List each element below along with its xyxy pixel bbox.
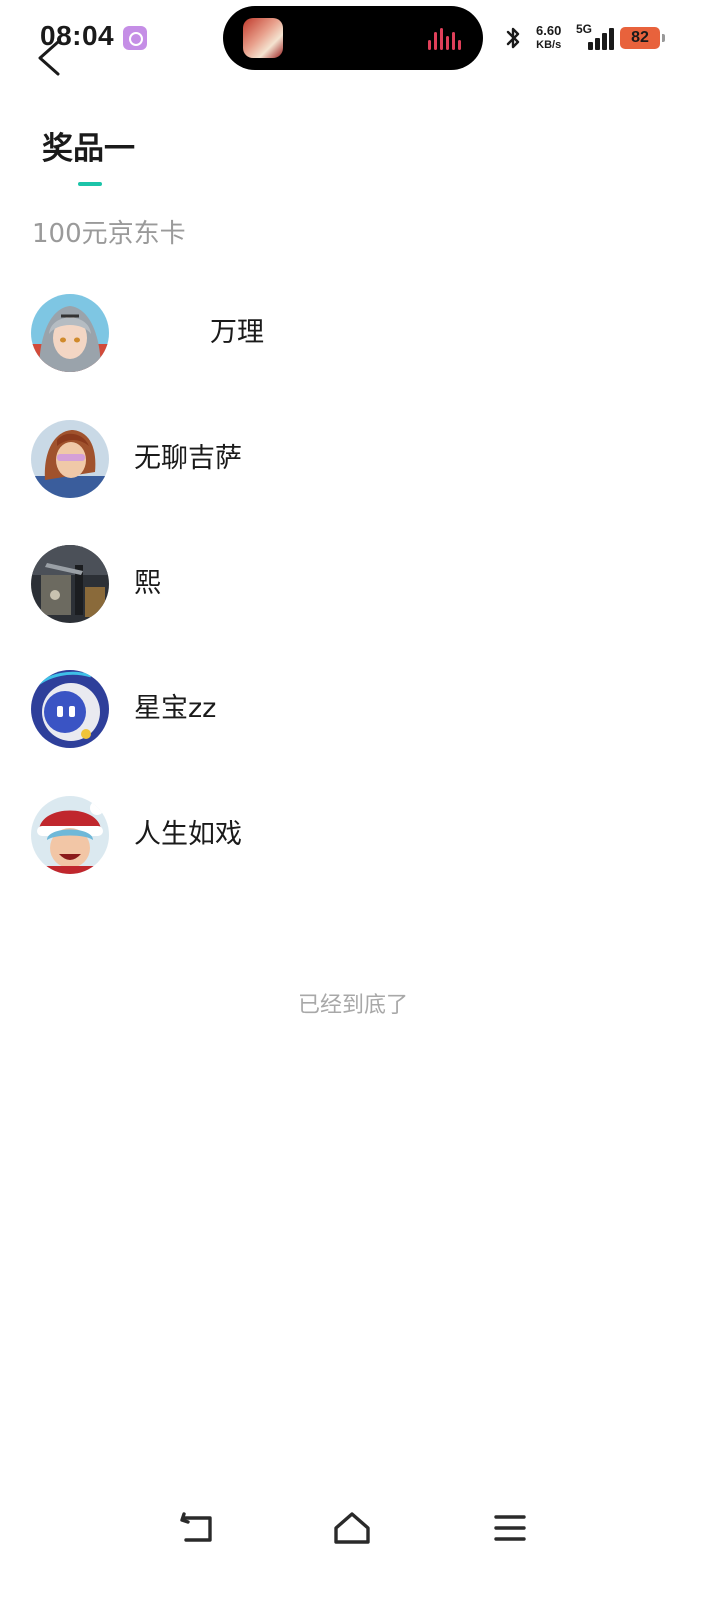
avatar bbox=[31, 796, 109, 874]
net-speed-unit: KB/s bbox=[536, 39, 562, 51]
avatar bbox=[31, 670, 109, 748]
bluetooth-icon bbox=[506, 27, 520, 49]
end-of-list-text: 已经到底了 bbox=[297, 993, 408, 1018]
battery-icon: 82 bbox=[620, 27, 665, 49]
tab-indicator bbox=[78, 182, 102, 186]
avatar bbox=[31, 545, 109, 623]
home-nav-icon bbox=[334, 1512, 370, 1544]
back-nav-button[interactable] bbox=[172, 1504, 220, 1552]
avatar bbox=[31, 420, 109, 498]
back-nav-icon bbox=[180, 1512, 212, 1542]
menu-nav-button[interactable] bbox=[486, 1504, 534, 1552]
winner-name: 人生如戏 bbox=[134, 819, 242, 850]
net-speed: 6.60 KB/s bbox=[536, 24, 561, 52]
home-nav-button[interactable] bbox=[328, 1504, 376, 1552]
avatar bbox=[31, 294, 109, 372]
winner-name: 熙 bbox=[134, 568, 161, 599]
dynamic-island[interactable] bbox=[223, 6, 483, 70]
winner-name: 万理 bbox=[210, 317, 264, 348]
tab-label: 奖品一 bbox=[42, 131, 135, 167]
audio-wave-icon bbox=[428, 28, 468, 50]
winner-item[interactable]: 星宝zz bbox=[0, 659, 720, 759]
media-thumbnail bbox=[243, 18, 283, 58]
winner-name: 无聊吉萨 bbox=[134, 443, 242, 474]
winner-item[interactable]: 熙 bbox=[0, 534, 720, 634]
winner-item[interactable]: 人生如戏 bbox=[0, 785, 720, 885]
chevron-left-icon bbox=[38, 40, 60, 76]
tab-prize-one[interactable]: 奖品一 bbox=[42, 128, 142, 192]
winner-item[interactable]: 万理 bbox=[0, 283, 720, 383]
app-notification-icon bbox=[123, 26, 147, 50]
signal-icon bbox=[578, 26, 614, 50]
prize-name: 100元京东卡 bbox=[32, 219, 186, 249]
status-bar: 08:04 6.60 KB/s 5G 82 bbox=[0, 0, 720, 80]
system-nav-bar bbox=[0, 1496, 720, 1560]
winner-item[interactable]: 无聊吉萨 bbox=[0, 409, 720, 509]
back-button[interactable] bbox=[28, 34, 72, 82]
battery-level: 82 bbox=[631, 29, 649, 46]
net-speed-value: 6.60 bbox=[536, 23, 562, 38]
menu-nav-icon bbox=[494, 1515, 526, 1541]
winner-name: 星宝zz bbox=[134, 693, 217, 724]
